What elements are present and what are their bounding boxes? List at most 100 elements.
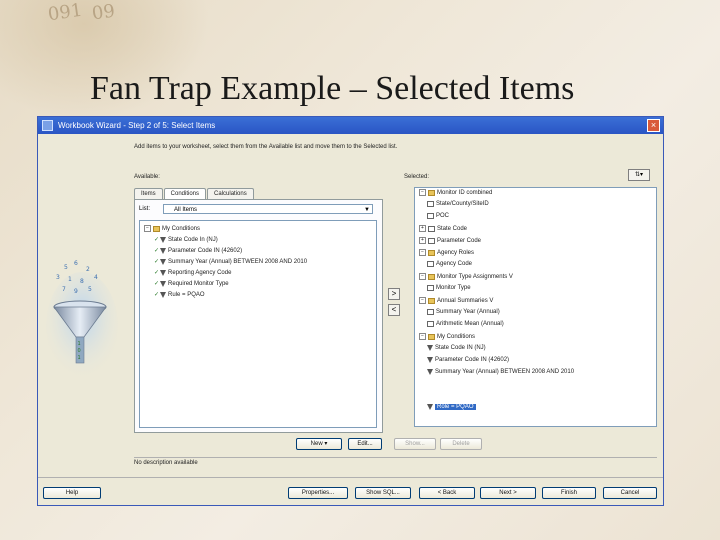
tree-item[interactable]: + State Code [419, 225, 467, 232]
remove-from-selected-button[interactable]: < [388, 304, 400, 316]
folder-icon [428, 273, 435, 280]
tab-items[interactable]: Items [134, 188, 163, 199]
add-to-selected-button[interactable]: > [388, 288, 400, 300]
available-tree[interactable]: − My Conditions ✓ State Code In (NJ) ✓ P… [139, 220, 377, 428]
help-button[interactable]: Help [43, 487, 101, 499]
collapse-icon[interactable]: − [419, 333, 426, 340]
tree-item[interactable]: Agency Code [427, 261, 472, 267]
delete-button[interactable]: Delete [440, 438, 482, 450]
tree-item-label: Parameter Code IN (42602) [435, 357, 510, 363]
show-button[interactable]: Show... [394, 438, 436, 450]
item-icon [427, 201, 434, 207]
filter-icon [427, 345, 433, 351]
svg-text:6: 6 [74, 260, 78, 267]
svg-text:1: 1 [78, 355, 81, 361]
check-icon: ✓ [154, 292, 160, 298]
tab-conditions[interactable]: Conditions [163, 188, 207, 199]
tree-item[interactable]: − My Conditions [144, 225, 200, 232]
window-title: Workbook Wizard - Step 2 of 5: Select It… [58, 121, 216, 130]
filter-icon [160, 236, 167, 243]
back-button[interactable]: < Back [419, 487, 475, 499]
item-description: No description available [134, 457, 657, 466]
edit-button[interactable]: Edit... [348, 438, 382, 450]
properties-button[interactable]: Properties... [288, 487, 348, 499]
item-icon [427, 321, 434, 327]
tree-item-label: Role = PQAO [435, 404, 476, 410]
workbook-wizard-window: Workbook Wizard - Step 2 of 5: Select It… [37, 116, 664, 506]
collapse-icon[interactable]: − [144, 225, 151, 232]
tree-item[interactable]: Summary Year (Annual) [427, 309, 500, 315]
tree-item-label: POC [436, 213, 450, 219]
tree-item-label: Summary Year (Annual) BETWEEN 2008 AND 2… [435, 369, 575, 375]
tree-item[interactable]: Arithmetic Mean (Annual) [427, 321, 504, 327]
tree-item-label: State Code [437, 225, 468, 232]
funnel-icon: 562 318 47 9 5 101 [46, 260, 118, 382]
filter-icon [427, 404, 433, 410]
svg-text:8: 8 [80, 278, 84, 285]
list-dropdown[interactable]: All Items ▼ [163, 204, 373, 214]
item-icon [428, 225, 435, 232]
collapse-icon[interactable]: − [419, 249, 426, 256]
tree-item[interactable]: ✓ Summary Year (Annual) BETWEEN 2008 AND… [154, 258, 307, 265]
tree-item[interactable]: + Parameter Code [419, 237, 481, 244]
tree-item-label: Summary Year (Annual) BETWEEN 2008 AND 2… [168, 258, 308, 265]
selected-options-button[interactable]: ⇅▾ [628, 169, 650, 181]
collapse-icon[interactable]: − [419, 297, 426, 304]
tree-item[interactable]: Parameter Code IN (42602) [427, 357, 509, 363]
instructions-text: Add items to your worksheet, select them… [134, 144, 398, 150]
tree-item[interactable]: − Agency Roles [419, 249, 474, 256]
collapse-icon[interactable]: − [419, 273, 426, 280]
filter-icon [427, 357, 433, 363]
tree-item-label: State/County/SiteID [436, 201, 489, 207]
folder-icon [153, 225, 160, 232]
tree-item-selected[interactable]: Role = PQAO [427, 404, 476, 410]
show-sql-button[interactable]: Show SQL... [355, 487, 411, 499]
tree-item[interactable]: ✓ State Code In (NJ) [154, 236, 218, 243]
cancel-button[interactable]: Cancel [603, 487, 657, 499]
tree-item[interactable]: Monitor Type [427, 285, 471, 291]
footer-divider [38, 477, 663, 478]
item-icon [428, 237, 435, 244]
selected-panel[interactable]: − Monitor ID combined State/County/SiteI… [414, 187, 657, 427]
chevron-down-icon[interactable]: ▼ [364, 205, 370, 215]
tree-item[interactable]: ✓ Required Monitor Type [154, 280, 229, 287]
tree-item-label: Reporting Agency Code [168, 269, 232, 276]
svg-text:3: 3 [56, 274, 60, 281]
tree-item-label: Rule = PQAO [168, 291, 205, 298]
tree-item[interactable]: ✓ Reporting Agency Code [154, 269, 231, 276]
tree-item-label: Annual Summaries V [437, 297, 494, 304]
tree-item[interactable]: − Annual Summaries V [419, 297, 493, 304]
finish-button[interactable]: Finish [542, 487, 596, 499]
tree-item-label: Arithmetic Mean (Annual) [436, 321, 504, 327]
tree-item[interactable]: − My Conditions [419, 333, 475, 340]
tree-item-label: Monitor Type Assignments V [437, 273, 513, 280]
tree-item-label: State Code In (NJ) [168, 236, 218, 243]
tree-item[interactable]: − Monitor Type Assignments V [419, 273, 513, 280]
check-icon: ✓ [154, 281, 160, 287]
tree-item[interactable]: POC [427, 213, 449, 219]
list-label: List: [139, 206, 151, 212]
collapse-icon[interactable]: − [419, 189, 426, 196]
app-icon [42, 120, 53, 131]
tree-item[interactable]: − Monitor ID combined [419, 189, 492, 196]
tree-item[interactable]: ✓ Rule = PQAO [154, 291, 205, 298]
new-button[interactable]: New ▾ [296, 438, 342, 450]
tree-item[interactable]: State Code IN (NJ) [427, 345, 486, 351]
svg-text:5: 5 [64, 264, 68, 271]
expand-icon[interactable]: + [419, 225, 426, 232]
svg-text:2: 2 [86, 266, 90, 273]
tree-item[interactable]: ✓ Parameter Code IN (42602) [154, 247, 242, 254]
tab-calculations[interactable]: Calculations [207, 188, 254, 199]
next-button[interactable]: Next > [480, 487, 536, 499]
svg-text:9: 9 [74, 288, 78, 295]
tree-item[interactable]: Summary Year (Annual) BETWEEN 2008 AND 2… [427, 369, 574, 375]
funnel-illustration: 562 318 479 5 101 [46, 257, 118, 387]
item-icon [427, 213, 434, 219]
check-icon: ✓ [154, 259, 160, 265]
tree-item[interactable]: State/County/SiteID [427, 201, 489, 207]
tree-item-label: Agency Roles [437, 249, 475, 256]
svg-text:0: 0 [78, 348, 81, 354]
close-button[interactable]: × [647, 119, 660, 132]
list-dropdown-value: All Items [174, 207, 198, 213]
expand-icon[interactable]: + [419, 237, 426, 244]
